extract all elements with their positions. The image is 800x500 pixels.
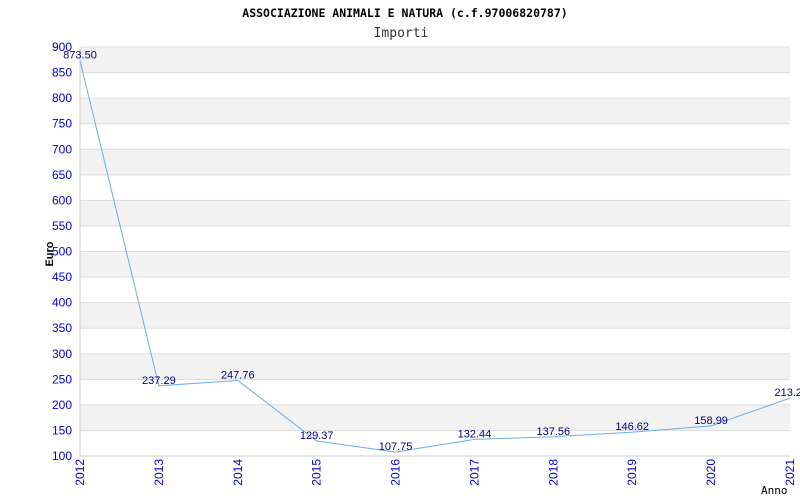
data-label: 137.56 xyxy=(537,426,571,438)
chart-title: ASSOCIAZIONE ANIMALI E NATURA (c.f.97006… xyxy=(242,6,567,20)
data-label: 873.50 xyxy=(63,50,97,62)
line-chart: 1001502002503003504004505005506006507007… xyxy=(44,6,800,497)
chart-subtitle: Importi xyxy=(374,26,429,41)
x-tick-label: 2018 xyxy=(546,459,560,486)
grid-band xyxy=(80,353,790,380)
y-tick-label: 700 xyxy=(52,142,72,156)
x-tick-label: 2019 xyxy=(625,459,639,486)
data-label: 213.2 xyxy=(774,387,800,399)
x-tick-label: 2020 xyxy=(704,459,718,486)
y-tick-label: 800 xyxy=(52,91,72,105)
grid-band xyxy=(80,149,790,175)
data-label: 107.75 xyxy=(379,441,413,453)
grid-band xyxy=(80,251,790,278)
x-axis-label: Anno xyxy=(761,484,788,497)
grid-band xyxy=(80,404,790,431)
x-tick-labels: 2012 2013 2014 2015 2016 2017 2018 2019 2020 2021 xyxy=(73,459,797,486)
y-tick-label: 600 xyxy=(52,193,72,207)
grid-bands xyxy=(80,47,790,431)
x-tick-label: 2015 xyxy=(310,459,324,486)
y-tick-label: 450 xyxy=(52,270,72,284)
x-tick-label: 2014 xyxy=(231,459,245,486)
data-label: 132.44 xyxy=(458,428,492,440)
y-tick-label: 550 xyxy=(52,219,72,233)
y-axis-label: Euro xyxy=(44,241,56,266)
grid-band xyxy=(80,200,790,226)
y-tick-label: 650 xyxy=(52,168,72,182)
y-tick-label: 250 xyxy=(52,372,72,386)
grid-band xyxy=(80,47,790,73)
data-label: 247.76 xyxy=(221,369,255,381)
data-label: 129.37 xyxy=(300,430,334,442)
y-tick-label: 150 xyxy=(52,423,72,437)
y-tick-label: 200 xyxy=(52,398,72,412)
x-tick-label: 2012 xyxy=(73,459,87,486)
grid-band xyxy=(80,302,790,329)
y-tick-label: 300 xyxy=(52,347,72,361)
y-tick-label: 100 xyxy=(52,449,72,463)
y-tick-label: 350 xyxy=(52,321,72,335)
data-label: 146.62 xyxy=(615,421,649,433)
y-tick-label: 750 xyxy=(52,117,72,131)
data-label: 158.99 xyxy=(694,415,728,427)
x-tick-label: 2021 xyxy=(783,459,797,486)
data-label: 237.29 xyxy=(142,375,176,387)
y-tick-label: 850 xyxy=(52,66,72,80)
grid-band xyxy=(80,98,790,124)
x-tick-label: 2013 xyxy=(152,459,166,486)
x-tick-label: 2016 xyxy=(389,459,403,486)
x-tick-label: 2017 xyxy=(467,459,481,486)
y-tick-label: 400 xyxy=(52,296,72,310)
